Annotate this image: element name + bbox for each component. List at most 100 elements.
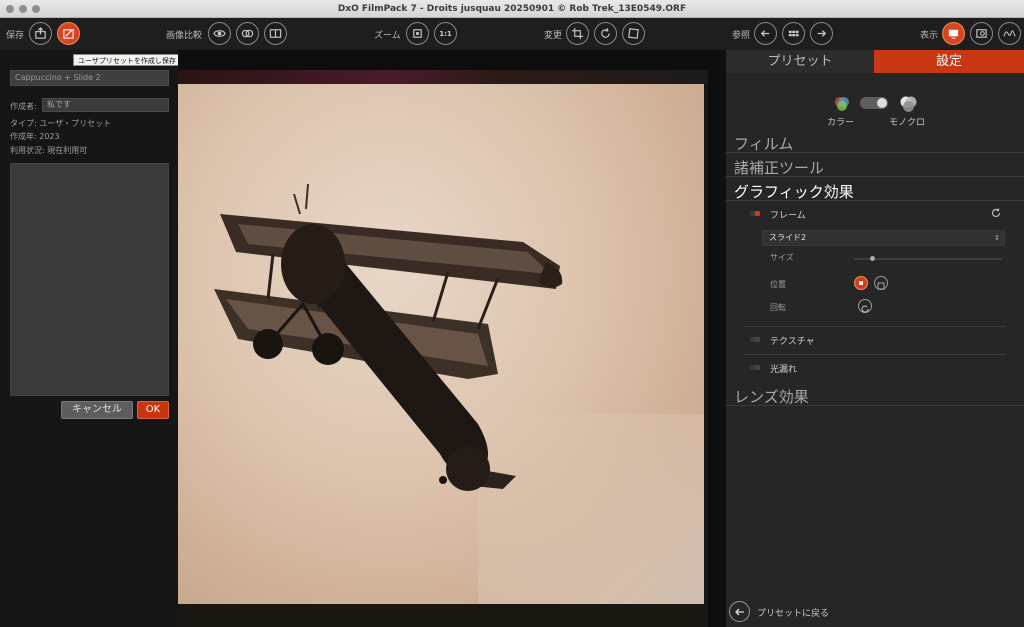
back-to-presets-button[interactable] bbox=[729, 601, 750, 622]
histogram-icon bbox=[1003, 30, 1016, 37]
center-position-icon bbox=[859, 281, 863, 285]
biplane-image bbox=[214, 183, 704, 604]
size-slider-track[interactable] bbox=[854, 258, 1002, 260]
rotate-frame-button[interactable] bbox=[858, 299, 872, 313]
display-single-button[interactable] bbox=[942, 22, 965, 45]
rotation-label: 回転 bbox=[770, 303, 786, 312]
export-button[interactable] bbox=[29, 22, 52, 45]
compare-icon bbox=[241, 29, 254, 38]
frame-type-value: スライド2 bbox=[769, 233, 807, 242]
split-view-button[interactable] bbox=[264, 22, 287, 45]
export-icon bbox=[35, 27, 46, 39]
cancel-button[interactable]: キャンセル bbox=[61, 401, 133, 419]
frame-type-select[interactable]: スライド2 ⇕ bbox=[762, 230, 1005, 246]
eye-icon bbox=[213, 30, 226, 37]
switch-indicator bbox=[755, 365, 760, 370]
arrow-left-icon bbox=[760, 30, 770, 37]
minimize-window-button[interactable] bbox=[19, 5, 27, 13]
texture-label[interactable]: テクスチャ bbox=[770, 334, 815, 347]
color-mode-icon[interactable] bbox=[832, 94, 852, 114]
reset-icon[interactable] bbox=[990, 207, 1002, 219]
rotate-90-icon bbox=[601, 28, 610, 38]
switch-indicator bbox=[755, 337, 760, 342]
monitor-icon bbox=[948, 29, 959, 39]
zoom-label: ズーム bbox=[374, 31, 401, 41]
split-view-icon bbox=[269, 29, 282, 38]
section-film[interactable]: フィルム bbox=[726, 133, 1024, 153]
separator bbox=[744, 354, 1006, 355]
section-tools[interactable]: 諸補正ツール bbox=[726, 157, 1024, 177]
light-leak-label[interactable]: 光漏れ bbox=[770, 362, 797, 375]
window-titlebar: DxO FilmPack 7 - Droits jusquau 20250901… bbox=[0, 0, 1024, 18]
save-preset-button[interactable] bbox=[57, 22, 80, 45]
settings-panel: プリセット 設定 カラー モノクロ フィルム 諸補正ツール グラフィック効果 フ… bbox=[726, 50, 1024, 627]
preset-name-input[interactable]: Cappuccino + Slide 2 bbox=[10, 70, 169, 86]
author-label: 作成者: bbox=[10, 102, 37, 111]
size-label: サイズ bbox=[770, 253, 794, 262]
transform-label: 変更 bbox=[544, 31, 563, 41]
tab-settings[interactable]: 設定 bbox=[874, 50, 1024, 73]
rotate-icon bbox=[861, 305, 869, 313]
save-label: 保存 bbox=[6, 31, 25, 41]
previous-image-button[interactable] bbox=[754, 22, 777, 45]
back-to-presets-label[interactable]: プリセットに戻る bbox=[757, 606, 829, 619]
zoom-100-label: 1:1 bbox=[439, 29, 452, 38]
grid-view-button[interactable] bbox=[782, 22, 805, 45]
straighten-button[interactable] bbox=[622, 22, 645, 45]
monochrome-label: モノクロ bbox=[889, 118, 926, 128]
compare-label: 画像比較 bbox=[166, 31, 203, 41]
loupe-icon bbox=[976, 29, 987, 38]
main-toolbar: 保存 画像比較 ズーム 1:1 変更 参照 表示 bbox=[0, 18, 1024, 50]
color-mode-label: カラー bbox=[827, 118, 855, 128]
preset-save-icon bbox=[63, 29, 74, 39]
author-input[interactable]: 私です bbox=[42, 98, 169, 112]
compare-eye-button[interactable] bbox=[208, 22, 231, 45]
next-image-button[interactable] bbox=[810, 22, 833, 45]
compare-original-button[interactable] bbox=[236, 22, 259, 45]
histogram-button[interactable] bbox=[998, 22, 1021, 45]
zoom-window-button[interactable] bbox=[32, 5, 40, 13]
preset-status: 利用状況: 現在利用可 bbox=[10, 146, 88, 155]
select-arrows-icon: ⇕ bbox=[994, 234, 1000, 242]
arrow-left-icon bbox=[734, 608, 744, 615]
crop-icon bbox=[571, 27, 584, 40]
image-viewer[interactable] bbox=[178, 50, 720, 627]
size-slider-handle[interactable] bbox=[870, 256, 875, 261]
texture-enable-switch[interactable] bbox=[750, 337, 760, 342]
frame-enable-switch[interactable] bbox=[750, 211, 760, 216]
toggle-knob bbox=[877, 98, 887, 108]
light-leak-enable-switch[interactable] bbox=[750, 365, 760, 370]
position-center-button[interactable] bbox=[854, 276, 868, 290]
rotate-90-button[interactable] bbox=[594, 22, 617, 45]
grid-icon bbox=[788, 30, 799, 37]
fill-position-icon bbox=[877, 282, 885, 290]
section-lens-effects[interactable]: レンズ効果 bbox=[726, 386, 1024, 406]
slide-frame bbox=[178, 70, 708, 627]
position-label: 位置 bbox=[770, 280, 786, 289]
frame-label: フレーム bbox=[770, 211, 806, 221]
photo-preview bbox=[178, 84, 704, 604]
fit-screen-icon bbox=[413, 29, 422, 38]
loupe-button[interactable] bbox=[970, 22, 993, 45]
ok-button[interactable]: OK bbox=[137, 401, 169, 419]
color-mono-toggle[interactable] bbox=[860, 97, 888, 109]
description-textarea[interactable] bbox=[10, 163, 169, 396]
preset-type: タイプ: ユーザ・プリセット bbox=[10, 119, 112, 128]
monochrome-mode-icon[interactable] bbox=[897, 93, 919, 115]
browse-label: 参照 bbox=[732, 31, 751, 41]
arrow-right-icon bbox=[817, 30, 827, 37]
position-fill-button[interactable] bbox=[874, 276, 888, 290]
tab-presets[interactable]: プリセット bbox=[726, 50, 874, 73]
frame-top-strip bbox=[178, 70, 708, 84]
straighten-icon bbox=[628, 28, 639, 39]
window-title: DxO FilmPack 7 - Droits jusquau 20250901… bbox=[337, 4, 687, 14]
zoom-100-button[interactable]: 1:1 bbox=[434, 22, 457, 45]
switch-indicator bbox=[755, 211, 760, 216]
close-window-button[interactable] bbox=[6, 5, 14, 13]
crop-button[interactable] bbox=[566, 22, 589, 45]
display-label: 表示 bbox=[920, 31, 939, 41]
preset-year: 作成年: 2023 bbox=[10, 132, 60, 141]
zoom-fit-button[interactable] bbox=[406, 22, 429, 45]
separator bbox=[744, 326, 1006, 327]
section-graphic-effects[interactable]: グラフィック効果 bbox=[726, 181, 1024, 201]
